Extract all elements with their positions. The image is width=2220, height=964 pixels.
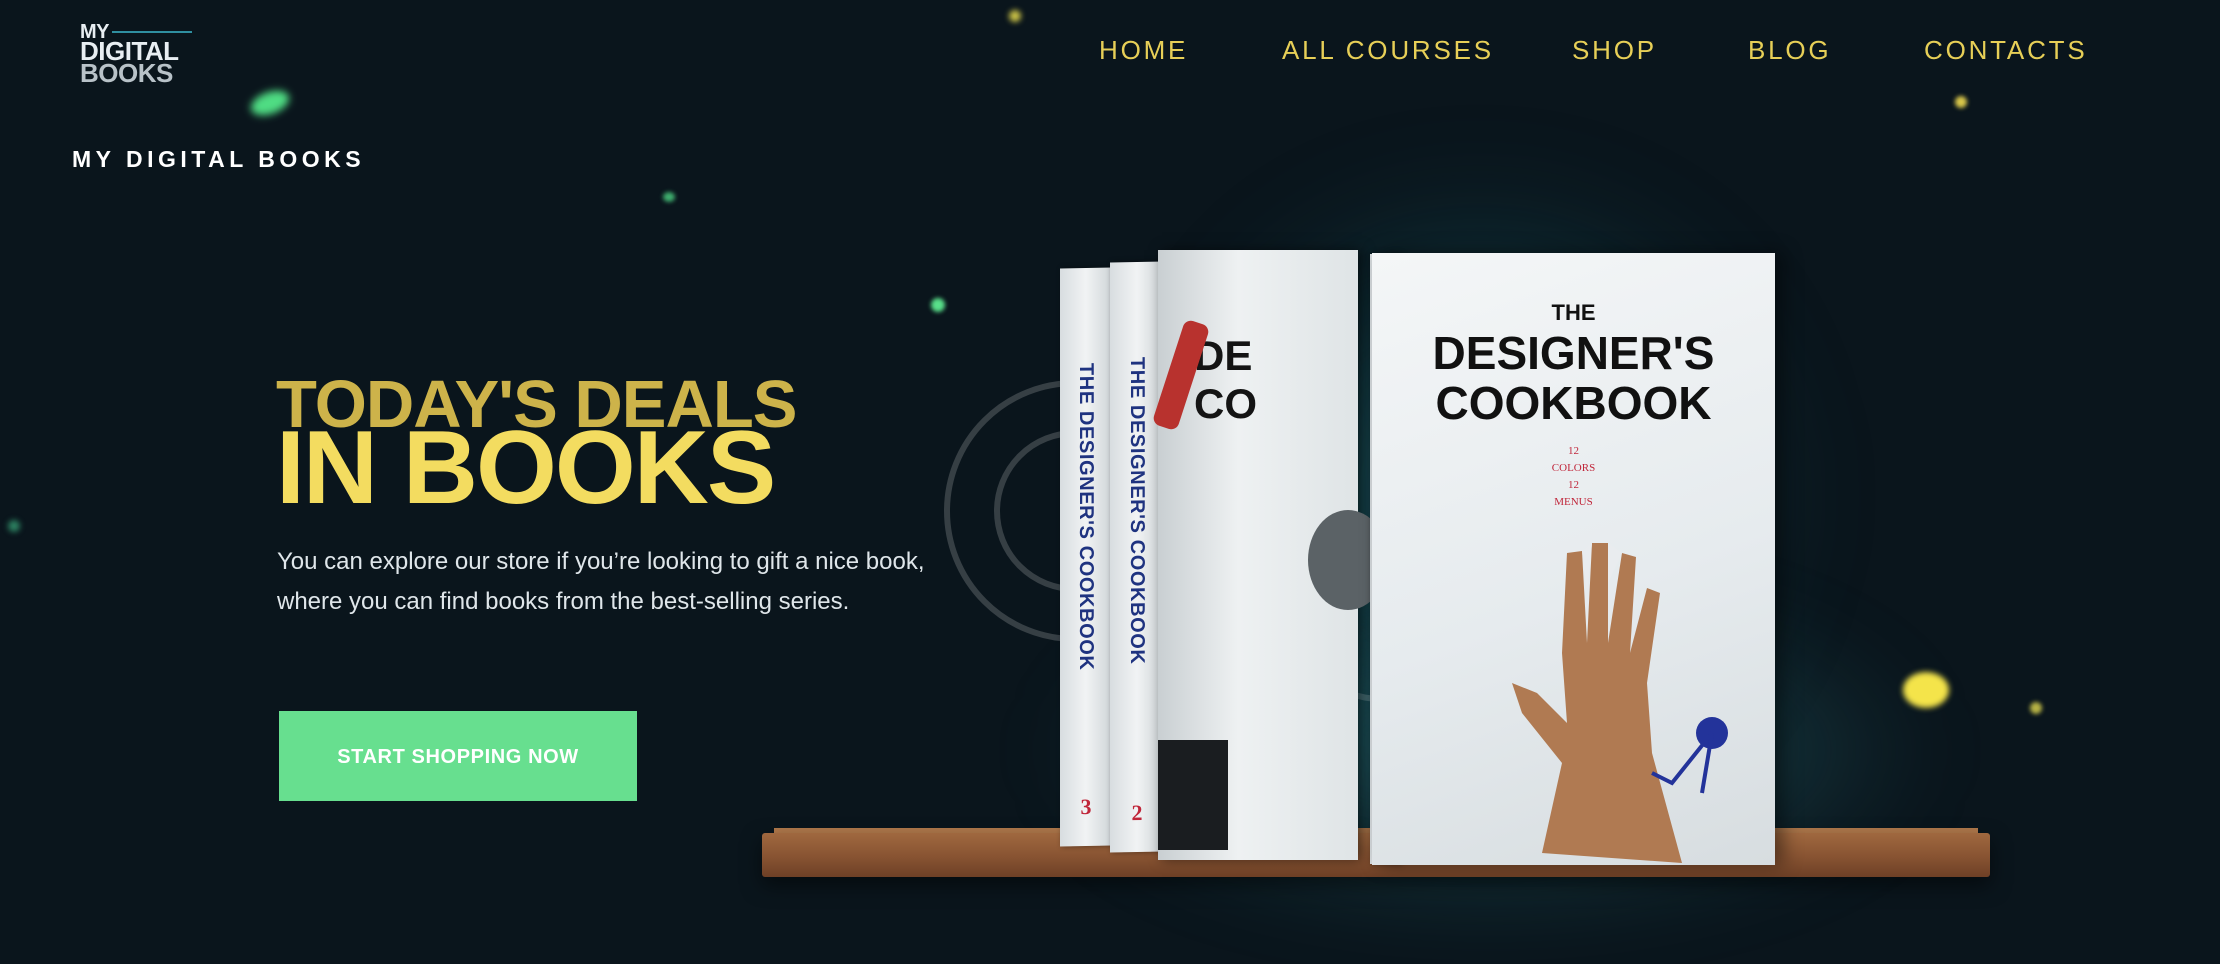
cover-the: THE — [1551, 300, 1596, 325]
site-logo[interactable]: MY DIGITAL BOOKS — [80, 22, 196, 86]
hero-headline: IN BOOKS — [276, 410, 776, 526]
cover-title: DESIGNER'S COOKBOOK — [1432, 327, 1715, 429]
book-spine-3: THE DESIGNER'S COOKBOOK 3 — [1060, 267, 1112, 847]
logo-underline — [112, 31, 192, 33]
nav-contacts[interactable]: CONTACTS — [1924, 34, 2087, 66]
hero-description: You can explore our store if you’re look… — [277, 548, 925, 615]
nav-all-courses[interactable]: ALL COURSES — [1282, 34, 1494, 66]
sparkle — [1955, 96, 1967, 108]
hand-illustration — [1512, 543, 1728, 863]
book-box-sleeve: DE CO — [1151, 250, 1388, 860]
sparkle — [663, 192, 675, 202]
brand-subtitle: MY DIGITAL BOOKS — [72, 146, 366, 172]
nav-home[interactable]: HOME — [1099, 34, 1188, 66]
sparkle — [1009, 10, 1021, 22]
start-shopping-button[interactable]: START SHOPPING NOW — [279, 711, 637, 801]
volume-number: 3 — [1080, 793, 1092, 820]
book-cover: THE DESIGNER'S COOKBOOK 12 COLORS 12 MEN… — [1372, 253, 1775, 865]
volume-number: 2 — [1131, 799, 1143, 826]
nav-blog[interactable]: BLOG — [1748, 34, 1831, 66]
spine-title: THE DESIGNER'S COOKBOOK — [1126, 356, 1148, 665]
nav-shop[interactable]: SHOP — [1572, 34, 1657, 66]
sparkle — [2030, 702, 2042, 714]
sparkle — [931, 298, 945, 312]
book-spine-2: THE DESIGNER'S COOKBOOK 2 — [1110, 261, 1164, 853]
sparkle — [247, 85, 293, 121]
sparkle — [8, 520, 20, 532]
spine-title: THE DESIGNER'S COOKBOOK — [1075, 362, 1097, 671]
box-inner-strip — [1158, 740, 1228, 850]
logo-text-books: BOOKS — [80, 58, 173, 88]
sparkle — [1903, 672, 1949, 708]
cover-subtitle: 12 COLORS 12 MENUS — [1551, 445, 1596, 508]
